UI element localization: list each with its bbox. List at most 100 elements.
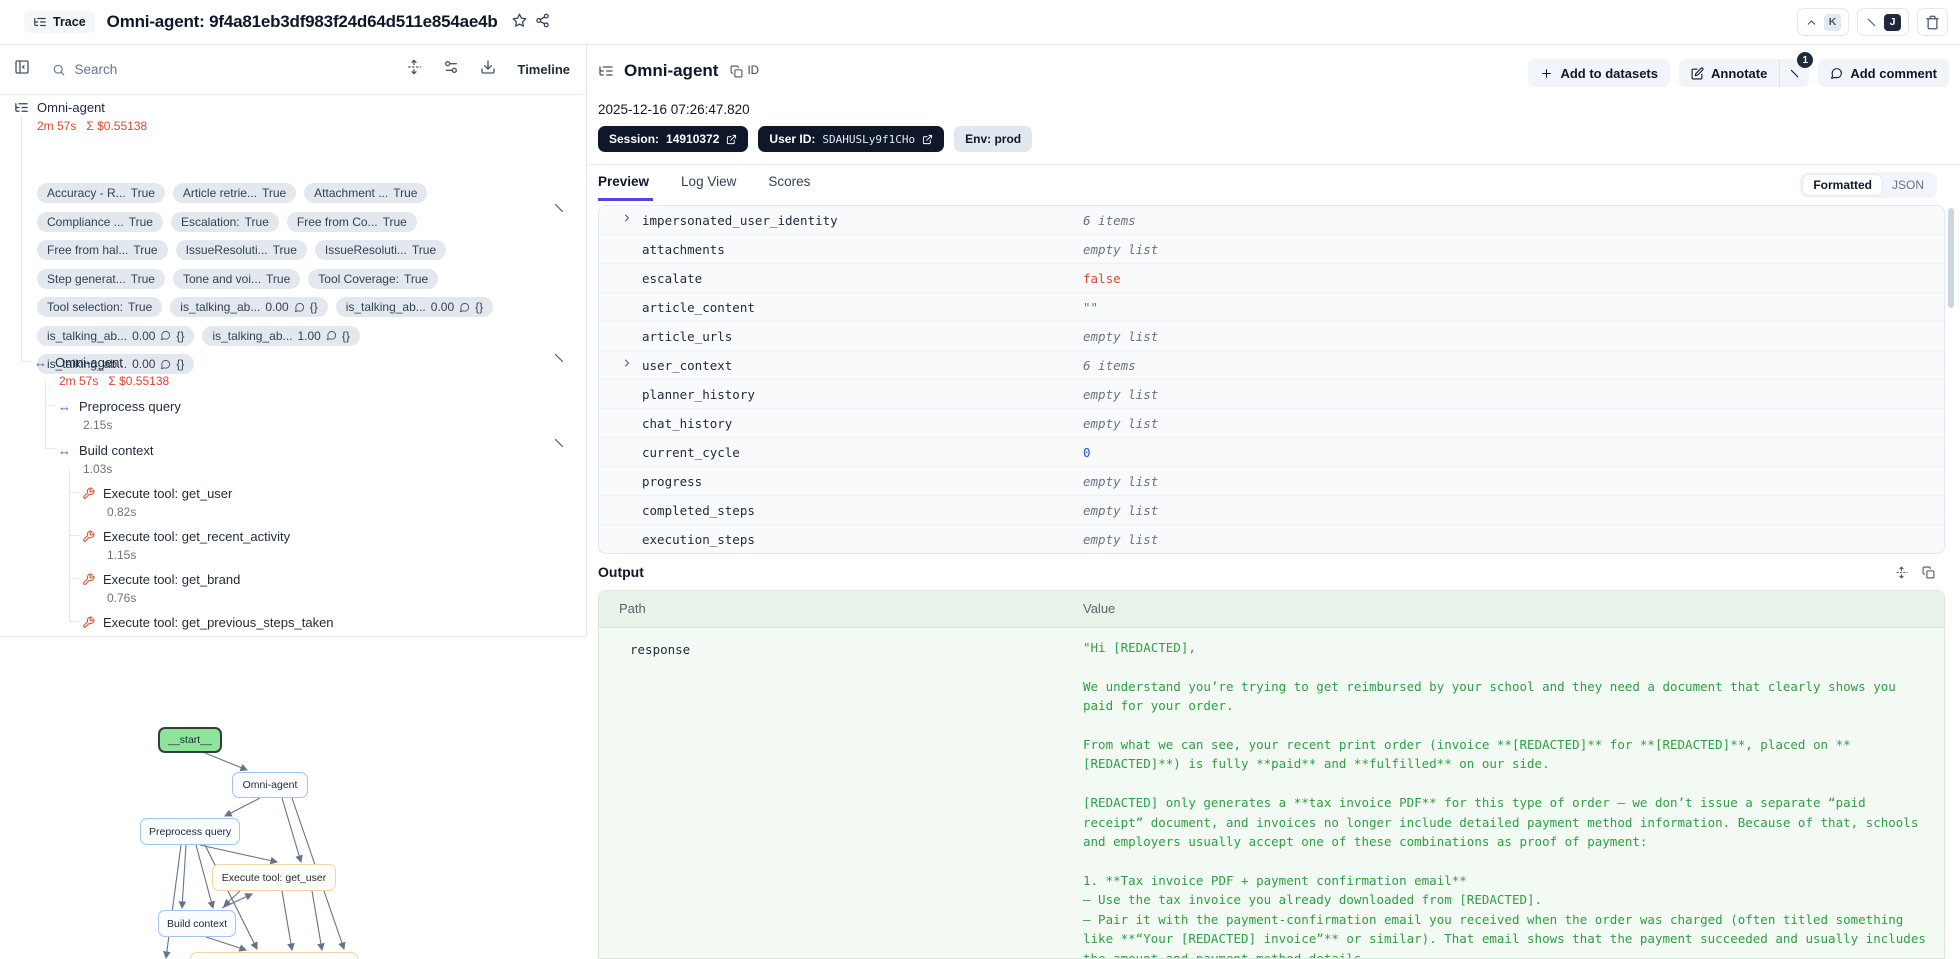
panel-left-icon bbox=[14, 59, 30, 75]
score-tag-row: is_talking_ab... 0.00 {} is_talking_ab... 1.… bbox=[37, 325, 585, 346]
copy-id-button[interactable]: ID bbox=[730, 65, 759, 78]
score-tag-value: True bbox=[128, 300, 153, 314]
next-trace-button[interactable]: J bbox=[1857, 8, 1909, 36]
graph-node[interactable]: Omni-agent bbox=[232, 772, 308, 798]
tree-guide-line bbox=[21, 116, 22, 362]
score-tag-braces: {} bbox=[176, 328, 185, 343]
tree-node-tool[interactable]: Execute tool: get_previous_steps_taken bbox=[82, 615, 334, 630]
agent-graph: __start__ Omni-agent Preprocess query Execu… bbox=[0, 637, 587, 959]
score-tag-pill[interactable]: Attachment ... True bbox=[304, 183, 428, 203]
tree-node-tool[interactable]: Execute tool: get_recent_activity bbox=[82, 529, 290, 544]
score-tag-pill[interactable]: is_talking_ab... 1.00 {} bbox=[202, 325, 360, 346]
download-icon bbox=[480, 59, 496, 75]
span-arrows-icon: ↔ bbox=[58, 399, 71, 414]
format-json-option[interactable]: JSON bbox=[1882, 175, 1934, 195]
bookmark-button[interactable] bbox=[512, 13, 527, 32]
trace-icon bbox=[14, 100, 29, 115]
tree-node-tool[interactable]: Execute tool: get_brand bbox=[82, 572, 240, 587]
score-tag-braces: {} bbox=[309, 300, 318, 314]
score-tag-label: Escalation: bbox=[180, 214, 240, 229]
tree-guide-line bbox=[45, 382, 46, 449]
comment-icon bbox=[326, 330, 337, 341]
score-tag-pill[interactable]: Accuracy - R... True bbox=[37, 183, 165, 203]
chevron-right-icon[interactable] bbox=[621, 212, 633, 224]
score-tag-value: True bbox=[244, 214, 269, 229]
score-tag-pill[interactable]: Escalation: True bbox=[170, 211, 279, 232]
score-tag-value: True bbox=[128, 214, 153, 229]
collapse-node-chevron[interactable] bbox=[552, 201, 566, 218]
score-tag-pill[interactable]: is_talking_ab... 0.00 {} bbox=[37, 325, 195, 346]
chevron-down-icon bbox=[552, 351, 566, 365]
external-link-icon bbox=[726, 134, 737, 145]
score-tag-label: Free from Co... bbox=[296, 214, 378, 229]
plus-icon bbox=[1540, 67, 1553, 80]
share-button[interactable] bbox=[535, 13, 550, 32]
copy-output-icon[interactable] bbox=[1922, 566, 1935, 579]
score-tag-pill[interactable]: Compliance ... True bbox=[37, 211, 163, 232]
score-tag-pill[interactable]: Step generat... True bbox=[37, 268, 165, 289]
score-tag-value: 1.00 bbox=[297, 328, 321, 343]
download-button[interactable] bbox=[480, 59, 496, 80]
tab-preview[interactable]: Preview bbox=[598, 170, 654, 201]
tab-log-view[interactable]: Log View bbox=[681, 170, 740, 201]
tree-node-label: Execute tool: get_user bbox=[103, 486, 233, 501]
collapse-sidebar-button[interactable] bbox=[14, 59, 30, 80]
add-comment-button[interactable]: Add comment bbox=[1818, 59, 1949, 87]
prev-trace-button[interactable]: K bbox=[1797, 8, 1849, 36]
preview-value: empty list bbox=[1083, 329, 1159, 344]
preview-row[interactable]: user_context 6 items bbox=[599, 351, 1944, 380]
output-value: "Hi [REDACTED], We understand you’re try… bbox=[1083, 640, 1926, 959]
score-tag-pill[interactable]: Tone and voi... True bbox=[172, 268, 301, 289]
timeline-toggle-button[interactable]: Timeline bbox=[517, 62, 570, 77]
score-tag-label: Attachment ... bbox=[314, 186, 389, 200]
score-tag-pill[interactable]: Tool Coverage: True bbox=[308, 268, 439, 289]
tree-node-span[interactable]: ↔ Preprocess query bbox=[58, 399, 181, 414]
score-tag-pill[interactable]: is_talking_ab... 0.00 {} bbox=[335, 297, 494, 317]
add-to-datasets-button[interactable]: Add to datasets bbox=[1528, 59, 1670, 87]
tree-node-label: Build context bbox=[79, 443, 154, 458]
score-tag-value: 0.00 bbox=[132, 328, 156, 343]
score-tag-pill[interactable]: is_talking_ab... 0.00 {} bbox=[170, 297, 328, 317]
score-tag-pill[interactable]: Article retrie... True bbox=[172, 183, 297, 203]
wrench-icon bbox=[82, 573, 95, 586]
comment-icon bbox=[160, 359, 171, 370]
annotate-button[interactable]: Annotate bbox=[1678, 59, 1780, 87]
comment-icon bbox=[294, 302, 305, 313]
graph-node[interactable]: __start__ bbox=[158, 727, 222, 753]
delete-trace-button[interactable] bbox=[1917, 8, 1948, 36]
score-tag-pill[interactable]: Tool selection: True bbox=[37, 297, 163, 317]
preview-key: current_cycle bbox=[642, 445, 740, 460]
session-badge[interactable]: Session: 14910372 bbox=[598, 126, 749, 152]
preview-value: 6 items bbox=[1083, 358, 1136, 373]
tab-scores[interactable]: Scores bbox=[768, 170, 814, 201]
chevron-right-icon[interactable] bbox=[621, 357, 633, 369]
detail-tabs: Preview Log View Scores bbox=[598, 170, 814, 201]
user-id-badge[interactable]: User ID: SDAHUSLy9f1CHo bbox=[758, 126, 945, 152]
preview-row[interactable]: impersonated_user_identity 6 items bbox=[599, 206, 1944, 235]
tree-node-agent[interactable]: ↔ Omni-agent bbox=[34, 355, 123, 370]
search-input[interactable]: Search bbox=[52, 62, 332, 77]
score-tag-pill[interactable]: IssueResoluti... True bbox=[175, 240, 307, 260]
preview-value: "" bbox=[1083, 300, 1099, 315]
tree-node-span[interactable]: ↔ Build context bbox=[58, 443, 153, 458]
score-tag-label: is_talking_ab... bbox=[212, 328, 293, 343]
tree-node-tool[interactable]: Execute tool: get_user bbox=[82, 486, 232, 501]
scrollbar-thumb[interactable] bbox=[1948, 208, 1954, 308]
graph-node[interactable]: Execute tool: get_user bbox=[212, 864, 336, 891]
expand-output-icon[interactable] bbox=[1895, 566, 1908, 579]
collapse-node-chevron[interactable] bbox=[552, 351, 566, 368]
view-settings-button[interactable] bbox=[443, 59, 459, 80]
preview-key: impersonated_user_identity bbox=[642, 213, 838, 228]
graph-node[interactable] bbox=[190, 952, 358, 959]
wrench-icon bbox=[82, 530, 95, 543]
expand-collapse-all-button[interactable] bbox=[406, 59, 422, 80]
graph-node[interactable]: Build context bbox=[158, 910, 237, 937]
format-formatted-option[interactable]: Formatted bbox=[1803, 175, 1882, 195]
tree-node-root[interactable]: Omni-agent bbox=[14, 100, 105, 115]
graph-node[interactable]: Preprocess query bbox=[140, 818, 241, 845]
score-tag-pill[interactable]: IssueResoluti... True bbox=[314, 240, 447, 260]
score-tag-value: True bbox=[130, 186, 155, 200]
score-tag-pill[interactable]: Free from Co... True bbox=[286, 211, 417, 232]
collapse-node-chevron[interactable] bbox=[552, 436, 566, 453]
score-tag-pill[interactable]: Free from hal... True bbox=[37, 240, 168, 260]
